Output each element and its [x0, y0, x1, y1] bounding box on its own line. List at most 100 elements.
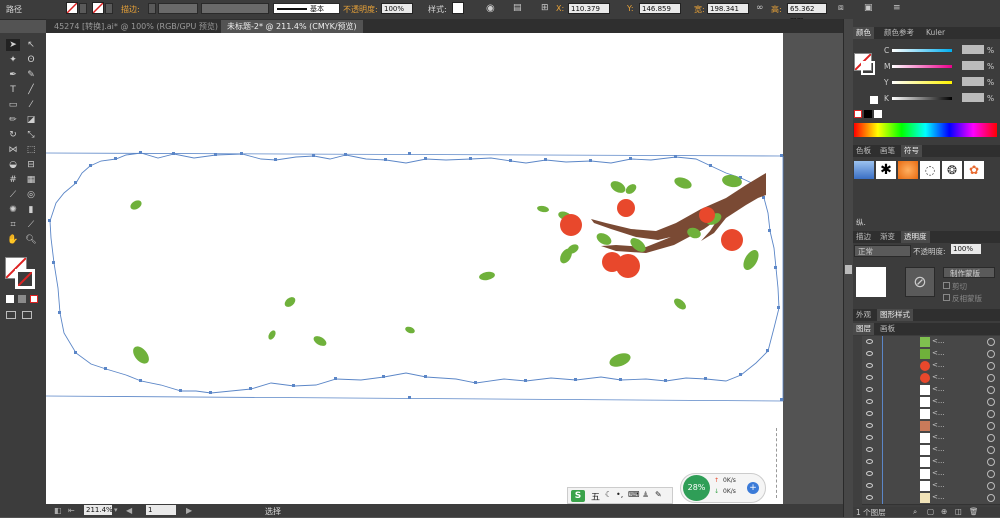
stroke-weight-stepper[interactable] — [148, 3, 156, 14]
align-icon[interactable]: ▤ — [513, 3, 522, 13]
white-swatch[interactable] — [870, 96, 878, 104]
color-stroke-box[interactable] — [861, 61, 875, 75]
selection-tool-icon[interactable]: ➤ — [6, 39, 20, 51]
symbol-1[interactable] — [854, 161, 874, 179]
wrench-icon[interactable]: ✎ — [655, 490, 662, 499]
tab-document-2[interactable]: 未标题-2* @ 211.4% (CMYK/预览) — [221, 20, 363, 33]
channel-c-field[interactable] — [962, 45, 984, 54]
line-tool-icon[interactable]: ╱ — [24, 84, 38, 96]
first-artboard-icon[interactable]: ⇤ — [68, 506, 75, 515]
visibility-eye-icon[interactable] — [866, 387, 873, 392]
target-circle-icon[interactable] — [987, 398, 995, 406]
opacity-label[interactable]: 不透明度: — [343, 4, 378, 15]
user-icon[interactable]: ♟ — [642, 490, 649, 499]
stroke-dropdown[interactable] — [105, 3, 113, 14]
brush-dropdown[interactable]: 基本 — [273, 3, 340, 14]
transparency-opacity-field[interactable]: 100% — [951, 244, 981, 254]
fill-swatch[interactable] — [66, 2, 78, 14]
symbol-dots-icon[interactable]: ◌ — [920, 161, 940, 179]
artboard-tool-icon[interactable]: ⌗ — [6, 219, 20, 231]
tab-stroke[interactable]: 描边 — [853, 231, 874, 243]
anchor-points[interactable] — [48, 151, 783, 401]
target-circle-icon[interactable] — [987, 338, 995, 346]
reference-point-icon[interactable]: ⊞ — [541, 3, 549, 13]
new-layer-icon[interactable]: ◫ — [955, 507, 962, 516]
stroke-label[interactable]: 描边: — [121, 4, 140, 15]
tab-swatches[interactable]: 色板 — [853, 145, 874, 157]
channel-k-field[interactable] — [962, 93, 984, 102]
symbol-flower-icon[interactable]: ✿ — [964, 161, 984, 179]
ime-mode[interactable]: 五 — [591, 490, 600, 503]
visibility-eye-icon[interactable] — [866, 447, 873, 452]
eyedropper-tool-icon[interactable]: ⟋ — [6, 189, 20, 201]
rectangle-tool-icon[interactable]: ▭ — [6, 99, 20, 111]
symbol-splat-icon[interactable]: ✱ — [876, 161, 896, 179]
opacity-field[interactable]: 100% — [381, 3, 413, 14]
target-circle-icon[interactable] — [987, 446, 995, 454]
visibility-eye-icon[interactable] — [866, 351, 873, 356]
tab-gradient[interactable]: 渐变 — [877, 231, 898, 243]
moon-icon[interactable]: ☾ — [605, 490, 612, 499]
target-circle-icon[interactable] — [987, 362, 995, 370]
make-mask-button[interactable]: 制作蒙版 — [943, 267, 995, 278]
blend-mode-dropdown[interactable]: 正常 — [854, 245, 911, 257]
target-circle-icon[interactable] — [987, 422, 995, 430]
artboard-nav-icon[interactable]: ◧ — [54, 506, 62, 515]
channel-y-field[interactable] — [962, 77, 984, 86]
tab-brushes[interactable]: 画笔 — [877, 145, 898, 157]
width-tool-icon[interactable]: ⋈ — [6, 144, 20, 156]
visibility-eye-icon[interactable] — [866, 423, 873, 428]
panel-menu-icon[interactable]: ≡ — [893, 3, 901, 13]
frame-path[interactable] — [49, 152, 780, 394]
target-circle-icon[interactable] — [987, 410, 995, 418]
stroke-weight-field[interactable] — [158, 3, 198, 14]
scale-tool-icon[interactable]: ⤡ — [24, 129, 38, 141]
target-circle-icon[interactable] — [987, 374, 995, 382]
dock-scroll-thumb[interactable] — [845, 265, 852, 274]
tab-transparency[interactable]: 透明度 — [901, 231, 930, 243]
channel-m-field[interactable] — [962, 61, 984, 70]
shape-builder-tool-icon[interactable]: ◒ — [6, 159, 20, 171]
target-circle-icon[interactable] — [987, 386, 995, 394]
perspective-grid-tool-icon[interactable]: ⊟ — [24, 159, 38, 171]
variable-width-dropdown[interactable] — [201, 3, 269, 14]
type-tool-icon[interactable]: T — [6, 84, 20, 96]
visibility-eye-icon[interactable] — [866, 363, 873, 368]
blend-tool-icon[interactable]: ◎ — [24, 189, 38, 201]
recolor-icon[interactable]: ◉ — [486, 3, 495, 14]
tab-artboards[interactable]: 画板 — [877, 323, 898, 335]
visibility-eye-icon[interactable] — [866, 411, 873, 416]
black-swatch[interactable] — [864, 110, 872, 118]
keyboard-icon[interactable]: ⌨ — [628, 490, 640, 499]
direct-selection-tool-icon[interactable]: ↖ — [24, 39, 38, 51]
artboard[interactable] — [46, 33, 784, 504]
tab-kuler[interactable]: Kuler — [923, 27, 948, 39]
eraser-tool-icon[interactable]: ◪ — [24, 114, 38, 126]
visibility-eye-icon[interactable] — [866, 471, 873, 476]
target-circle-icon[interactable] — [987, 350, 995, 358]
visibility-eye-icon[interactable] — [866, 459, 873, 464]
target-circle-icon[interactable] — [987, 434, 995, 442]
visibility-eye-icon[interactable] — [866, 495, 873, 500]
x-field[interactable]: 110.379 — [568, 3, 610, 14]
paintbrush-tool-icon[interactable]: ⁄ — [24, 99, 38, 111]
delete-layer-icon[interactable]: 🗑︎ — [969, 507, 979, 516]
slice-tool-icon[interactable]: ⟋ — [24, 219, 38, 231]
w-field[interactable]: 198.341 — [707, 3, 749, 14]
tab-color[interactable]: 颜色 — [853, 27, 874, 39]
visibility-eye-icon[interactable] — [866, 435, 873, 440]
none-mode-icon[interactable] — [30, 295, 38, 303]
symbol-ring-icon[interactable]: ❂ — [942, 161, 962, 179]
next-artboard-icon[interactable]: ▶ — [186, 506, 192, 515]
tab-graphic-styles[interactable]: 图形样式 — [877, 309, 913, 321]
visibility-eye-icon[interactable] — [866, 339, 873, 344]
visibility-eye-icon[interactable] — [866, 375, 873, 380]
ime-toolbar[interactable]: S 五 ☾ •, ⌨ ♟ ✎ — [567, 487, 673, 504]
target-circle-icon[interactable] — [987, 470, 995, 478]
symbol-orange-orb[interactable] — [898, 161, 918, 179]
prev-artboard-icon[interactable]: ◀ — [126, 506, 132, 515]
clip-checkbox[interactable] — [943, 282, 950, 289]
tab-symbols[interactable]: 符号 — [901, 145, 922, 157]
stroke-color-box[interactable] — [15, 269, 35, 289]
channel-k-slider[interactable] — [892, 97, 952, 100]
